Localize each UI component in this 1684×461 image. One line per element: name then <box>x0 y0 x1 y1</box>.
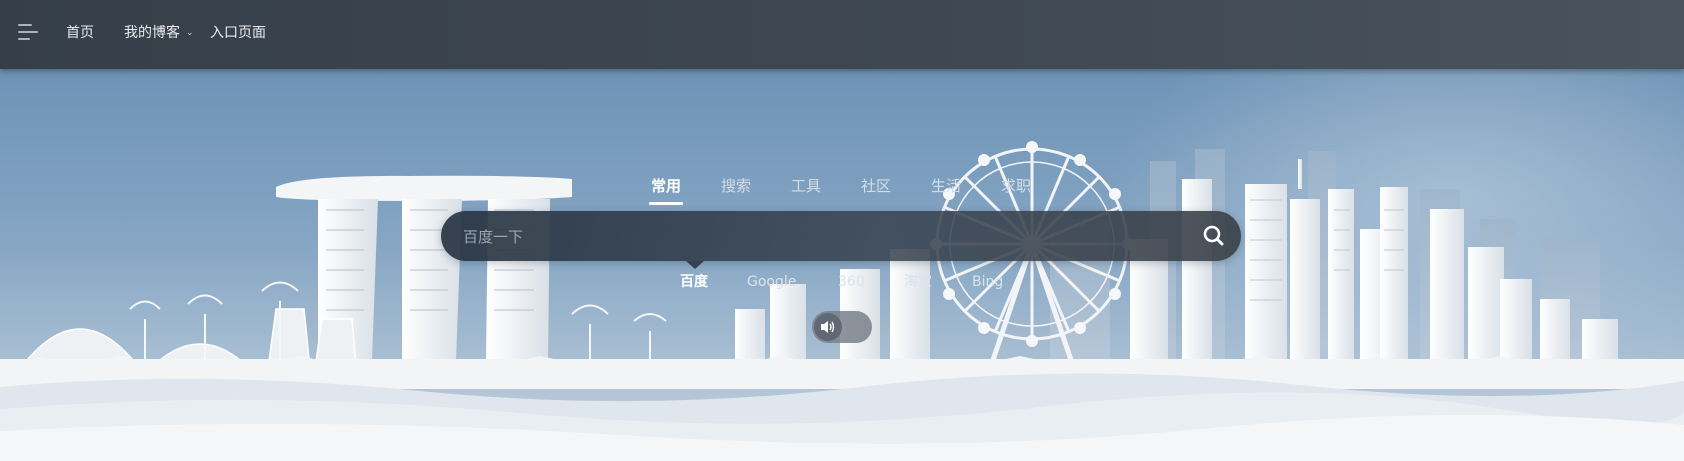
active-engine-pointer <box>686 261 704 269</box>
sound-toggle[interactable] <box>812 311 872 343</box>
search-icon[interactable] <box>1201 223 1227 249</box>
top-navbar: 首页 我的博客 ⌄ 入口页面 <box>0 0 1684 69</box>
search-input[interactable] <box>461 211 1165 263</box>
tab-life[interactable]: 生活 <box>931 176 961 196</box>
nav-home-link[interactable]: 首页 <box>66 23 94 43</box>
tab-jobs[interactable]: 求职 <box>1001 176 1031 196</box>
city-skyline-illustration <box>0 141 1684 461</box>
nav-blog-label: 我的博客 <box>124 25 180 41</box>
nav-blog-dropdown[interactable]: 我的博客 ⌄ <box>124 23 194 43</box>
engine-360[interactable]: 360 <box>838 272 865 292</box>
speaker-icon <box>821 321 835 333</box>
active-tab-underline <box>649 202 683 205</box>
hero-banner <box>0 69 1684 461</box>
chevron-down-icon: ⌄ <box>186 28 194 38</box>
tab-common[interactable]: 常用 <box>651 176 681 196</box>
engine-bing[interactable]: Bing <box>972 272 1003 292</box>
hamburger-menu-icon[interactable] <box>18 22 40 42</box>
tab-tools[interactable]: 工具 <box>791 176 821 196</box>
tab-search[interactable]: 搜索 <box>721 176 751 196</box>
tab-community[interactable]: 社区 <box>861 176 891 196</box>
nav-entry-link[interactable]: 入口页面 <box>210 23 266 43</box>
engine-google[interactable]: Google <box>747 272 796 292</box>
search-category-tabs: 常用 搜索 工具 社区 生活 求职 <box>0 176 1684 206</box>
engine-baidu[interactable]: 百度 <box>680 272 708 292</box>
search-bar <box>441 211 1241 263</box>
search-engine-list: 百度 Google 360 淘宝 Bing <box>0 272 1684 296</box>
engine-taobao[interactable]: 淘宝 <box>904 272 932 292</box>
